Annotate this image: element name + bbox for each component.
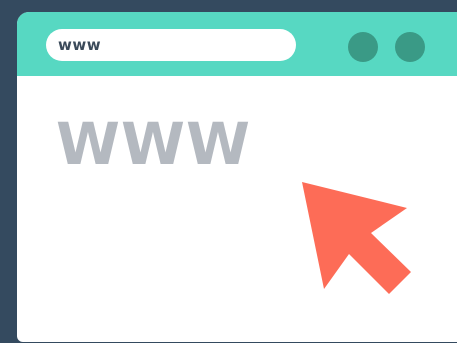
browser-title-bar: www (17, 12, 457, 76)
page-heading: WWW (56, 110, 251, 178)
illustration-stage: www WWW (0, 0, 457, 343)
address-bar[interactable]: www (46, 29, 296, 61)
window-control-dot[interactable] (348, 32, 378, 62)
arrow-cursor-icon (302, 182, 411, 294)
window-control-dot[interactable] (395, 32, 425, 62)
address-bar-url: www (58, 36, 102, 54)
